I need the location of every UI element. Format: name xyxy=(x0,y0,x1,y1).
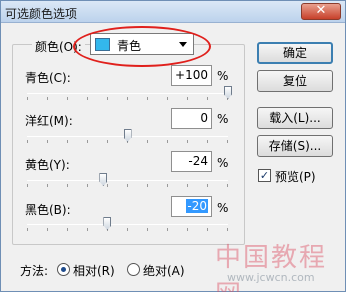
absolute-radio[interactable] xyxy=(127,263,140,276)
yellow-percent: % xyxy=(217,156,229,170)
slider-tick xyxy=(67,184,68,187)
absolute-label: 绝对(A) xyxy=(143,264,185,278)
slider-tick xyxy=(187,97,188,100)
black-label: 黑色(B): xyxy=(25,203,71,217)
cyan-slider-ticks xyxy=(27,97,228,100)
close-button[interactable]: ✕ xyxy=(301,3,341,20)
slider-tick xyxy=(207,184,208,187)
method-label: 方法: xyxy=(20,264,49,278)
slider-tick xyxy=(187,140,188,143)
slider-tick xyxy=(67,228,68,231)
yellow-input[interactable]: -24 xyxy=(171,151,212,172)
slider-tick xyxy=(187,184,188,187)
slider-tick xyxy=(207,97,208,100)
colors-selected-value: 青色 xyxy=(117,39,142,53)
slider-tick xyxy=(167,228,168,231)
reset-button[interactable]: 复位 xyxy=(257,70,333,92)
black-slider-ticks xyxy=(27,228,228,231)
slider-tick xyxy=(127,97,128,100)
selective-color-dialog: 可选颜色选项 ✕ 颜色(O): 青色 青色(C): +100 % 洋红(M): … xyxy=(0,0,346,292)
slider-tick xyxy=(27,97,28,100)
slider-tick xyxy=(47,140,48,143)
radio-selected-dot xyxy=(61,267,66,272)
slider-tick xyxy=(147,140,148,143)
slider-tick xyxy=(27,184,28,187)
slider-tick xyxy=(47,184,48,187)
slider-tick xyxy=(167,140,168,143)
slider-tick xyxy=(87,140,88,143)
colors-dropdown[interactable]: 青色 xyxy=(90,33,194,55)
slider-tick xyxy=(27,228,28,231)
slider-tick xyxy=(167,97,168,100)
slider-tick xyxy=(147,228,148,231)
slider-tick xyxy=(147,184,148,187)
slider-tick xyxy=(107,140,108,143)
black-input[interactable]: -20 xyxy=(171,196,212,217)
black-percent: % xyxy=(217,201,229,215)
slider-tick xyxy=(107,184,108,187)
black-slider-track[interactable] xyxy=(27,224,228,225)
watermark-url: www.jcwcn.com xyxy=(227,271,315,284)
slider-tick xyxy=(147,97,148,100)
close-icon: ✕ xyxy=(315,3,327,18)
colors-label: 颜色(O): xyxy=(32,38,85,55)
chevron-down-icon xyxy=(179,42,187,47)
save-button[interactable]: 存储(S)... xyxy=(257,135,333,157)
slider-tick xyxy=(67,97,68,100)
cyan-percent: % xyxy=(217,69,229,83)
black-input-selected-text: -20 xyxy=(186,199,208,213)
slider-tick xyxy=(87,228,88,231)
yellow-label: 黄色(Y): xyxy=(25,158,70,172)
slider-tick xyxy=(47,97,48,100)
preview-label: 预览(P) xyxy=(275,170,316,184)
slider-tick xyxy=(207,228,208,231)
relative-label: 相对(R) xyxy=(73,264,115,278)
slider-tick xyxy=(107,97,108,100)
slider-tick xyxy=(227,184,228,187)
slider-tick xyxy=(207,140,208,143)
slider-tick xyxy=(167,184,168,187)
slider-tick xyxy=(47,228,48,231)
magenta-percent: % xyxy=(217,112,229,126)
load-button[interactable]: 载入(L)... xyxy=(257,107,333,129)
ok-button[interactable]: 确定 xyxy=(257,42,333,64)
yellow-slider-ticks xyxy=(27,184,228,187)
slider-tick xyxy=(67,140,68,143)
slider-tick xyxy=(127,228,128,231)
window-title: 可选颜色选项 xyxy=(5,7,78,21)
slider-tick xyxy=(187,228,188,231)
slider-tick xyxy=(127,184,128,187)
yellow-slider-track[interactable] xyxy=(27,180,228,181)
color-swatch xyxy=(95,38,110,51)
slider-tick xyxy=(87,97,88,100)
cyan-label: 青色(C): xyxy=(25,71,71,85)
slider-tick xyxy=(227,140,228,143)
cyan-input[interactable]: +100 xyxy=(171,65,212,86)
magenta-input[interactable]: 0 xyxy=(171,108,212,129)
checkmark-icon: ✓ xyxy=(259,169,270,182)
preview-checkbox[interactable]: ✓ xyxy=(258,169,271,182)
slider-tick xyxy=(27,140,28,143)
relative-radio[interactable] xyxy=(57,263,70,276)
cyan-slider-track[interactable] xyxy=(27,93,228,94)
slider-tick xyxy=(87,184,88,187)
slider-tick xyxy=(227,228,228,231)
title-bar: 可选颜色选项 ✕ xyxy=(1,1,345,23)
magenta-label: 洋红(M): xyxy=(25,114,73,128)
